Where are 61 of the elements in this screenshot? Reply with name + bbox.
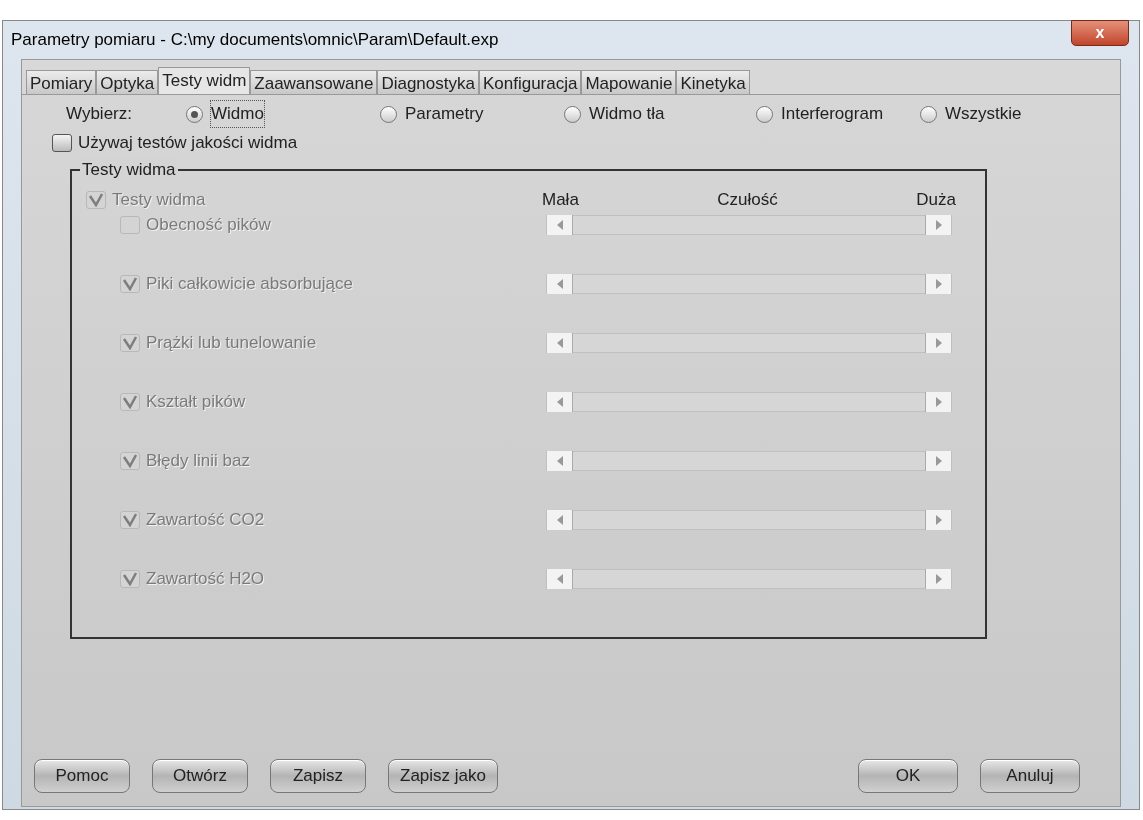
tab[interactable]: Mapowanie	[581, 70, 677, 94]
radio-label: Interferogram	[781, 103, 884, 126]
checkbox-label: Zawartość H2O	[146, 568, 265, 591]
dialog-button[interactable]: Otwórz	[152, 759, 248, 793]
checkbox-label: Zawartość CO2	[146, 509, 265, 532]
scale-title: Czułość	[717, 189, 778, 212]
checkbox-label: Prążki lub tunelowanie	[146, 332, 317, 355]
tab[interactable]: Optyka	[96, 70, 159, 94]
left-triangle-icon	[556, 338, 563, 348]
tab[interactable]: Pomiary	[26, 70, 97, 94]
right-triangle-icon	[935, 338, 942, 348]
tab[interactable]: Kinetyka	[676, 70, 750, 94]
check-icon	[122, 277, 138, 291]
left-triangle-icon	[556, 456, 563, 466]
check-icon	[122, 454, 138, 468]
radio-label: Widmo	[211, 101, 264, 127]
radio-label: Wszystkie	[945, 103, 1022, 126]
scale-high-label: Duża	[916, 189, 956, 212]
checkbox[interactable]	[52, 134, 72, 152]
close-button[interactable]: x	[1071, 20, 1129, 46]
check-icon	[88, 193, 104, 207]
scale-low-label: Mała	[542, 189, 579, 212]
checkbox-label: Piki całkowicie absorbujące	[146, 273, 353, 296]
radio-label: Parametry	[405, 103, 484, 126]
check-icon	[122, 513, 138, 527]
check-icon	[122, 336, 138, 350]
radio-button[interactable]	[186, 105, 203, 123]
check-icon	[122, 395, 138, 409]
window-title: Parametry pomiaru - C:\my documents\omnic\Param\Default.exp	[11, 29, 499, 52]
left-triangle-icon	[556, 397, 563, 407]
right-triangle-icon	[935, 574, 942, 584]
dialog-button[interactable]: OK	[858, 759, 958, 793]
radio-label: Widmo tła	[589, 103, 665, 126]
radio-button[interactable]	[564, 105, 581, 123]
checkbox-label: Testy widma	[112, 189, 206, 212]
radio-button[interactable]	[920, 105, 937, 123]
right-triangle-icon	[935, 279, 942, 289]
dialog-button[interactable]: Zapisz jako	[388, 759, 498, 793]
dialog-button[interactable]: Pomoc	[34, 759, 130, 793]
left-triangle-icon	[556, 515, 563, 525]
dialog-button[interactable]: Zapisz	[270, 759, 366, 793]
radio-button[interactable]	[756, 105, 773, 123]
tab[interactable]: Zaawansowane	[250, 70, 378, 94]
right-triangle-icon	[935, 515, 942, 525]
radio-button[interactable]	[380, 105, 397, 123]
tab[interactable]: Testy widm	[158, 67, 251, 95]
dialog-button[interactable]: Anuluj	[980, 759, 1080, 793]
right-triangle-icon	[935, 456, 942, 466]
tab[interactable]: Konfiguracja	[478, 70, 582, 94]
left-triangle-icon	[556, 279, 563, 289]
choose-label: Wybierz:	[65, 103, 133, 126]
right-triangle-icon	[935, 397, 942, 407]
tab[interactable]: Diagnostyka	[377, 70, 479, 94]
checkbox-label: Kształt pików	[146, 391, 246, 414]
check-icon	[122, 572, 138, 586]
checkbox-label: Obecność pików	[146, 214, 271, 237]
right-triangle-icon	[935, 220, 942, 230]
checkbox-label: Używaj testów jakości widma	[78, 132, 298, 155]
checkbox-label: Błędy linii baz	[146, 450, 250, 473]
left-triangle-icon	[556, 220, 563, 230]
left-triangle-icon	[556, 574, 563, 584]
